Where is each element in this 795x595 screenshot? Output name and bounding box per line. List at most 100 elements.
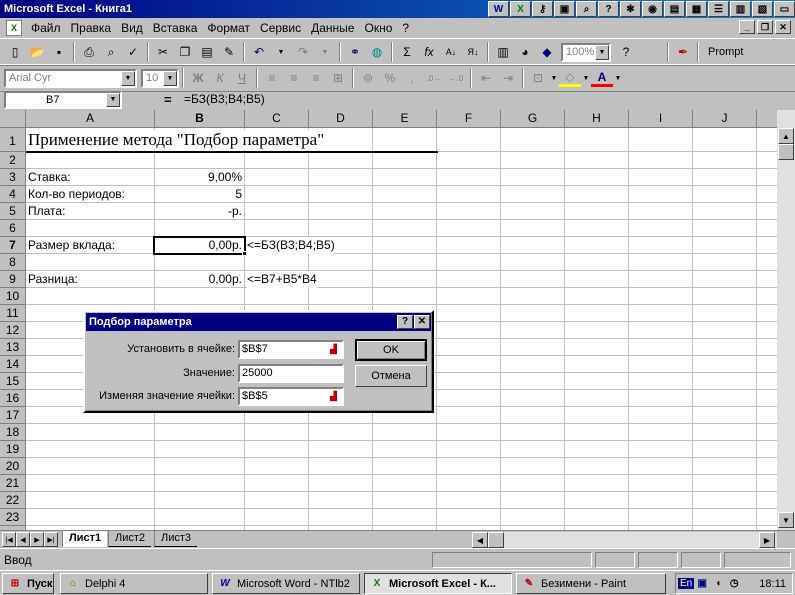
font-color-icon[interactable]: A bbox=[591, 69, 613, 87]
row-header-7[interactable]: 7 bbox=[0, 237, 26, 254]
row-header-13[interactable]: 13 bbox=[0, 339, 26, 356]
cut-icon[interactable]: ✂ bbox=[152, 41, 174, 63]
chevron-down-icon[interactable]: ▼ bbox=[163, 70, 177, 86]
spelling-icon[interactable]: ✓ bbox=[122, 41, 144, 63]
word-icon[interactable]: W bbox=[488, 1, 509, 17]
chart-wizard-icon[interactable]: ▥ bbox=[492, 41, 514, 63]
cell-b3[interactable]: 9,00% bbox=[155, 169, 242, 186]
outlook-icon[interactable]: ◉ bbox=[642, 1, 663, 17]
align-left-icon[interactable]: ≡ bbox=[261, 67, 283, 89]
contacts-icon[interactable]: ☰ bbox=[708, 1, 729, 17]
taskbar-item-excel[interactable]: X Microsoft Excel - К... bbox=[364, 573, 512, 594]
italic-button[interactable]: К bbox=[209, 67, 231, 89]
menu-tools[interactable]: Сервис bbox=[255, 21, 306, 35]
set-cell-input[interactable]: $B$7 ▟ bbox=[238, 340, 344, 359]
changing-cell-input[interactable]: $B$5 ▟ bbox=[238, 387, 344, 406]
col-header-a[interactable]: A bbox=[26, 110, 155, 128]
chevron-down-icon[interactable]: ▼ bbox=[595, 44, 609, 60]
col-header-e[interactable]: E bbox=[373, 110, 437, 128]
scroll-right-icon[interactable]: ▶ bbox=[759, 532, 775, 548]
col-header-f[interactable]: F bbox=[437, 110, 501, 128]
row-header-18[interactable]: 18 bbox=[0, 424, 26, 441]
menu-format[interactable]: Формат bbox=[202, 21, 255, 35]
first-sheet-icon[interactable]: |◀ bbox=[2, 532, 16, 547]
decrease-indent-icon[interactable]: ⇤ bbox=[475, 67, 497, 89]
excel-icon[interactable]: X bbox=[510, 1, 531, 17]
copy-icon[interactable]: ❐ bbox=[174, 41, 196, 63]
scroll-thumb[interactable] bbox=[778, 144, 794, 160]
close-icon[interactable]: ✕ bbox=[775, 20, 791, 34]
autosum-icon[interactable]: Σ bbox=[396, 41, 418, 63]
comma-button[interactable]: , bbox=[401, 67, 423, 89]
cell-b9[interactable]: 0,00р. bbox=[155, 271, 242, 288]
next-sheet-icon[interactable]: ▶ bbox=[30, 532, 44, 547]
paste-icon[interactable]: ▤ bbox=[196, 41, 218, 63]
row-header-1[interactable]: 1 bbox=[0, 128, 26, 152]
row-header-17[interactable]: 17 bbox=[0, 407, 26, 424]
fill-color-icon[interactable]: ◇ bbox=[559, 69, 581, 87]
row-header-6[interactable]: 6 bbox=[0, 220, 26, 237]
name-box[interactable]: B7 ▼ bbox=[4, 91, 122, 109]
undo-dropdown-icon[interactable]: ▼ bbox=[270, 41, 292, 63]
menu-help[interactable]: ? bbox=[397, 21, 414, 35]
fill-handle[interactable] bbox=[242, 251, 247, 256]
taskbar-item-delphi[interactable]: ⌂ Delphi 4 bbox=[60, 573, 208, 594]
sort-descending-icon[interactable]: Я↓ bbox=[462, 41, 484, 63]
row-header-11[interactable]: 11 bbox=[0, 305, 26, 322]
save-icon[interactable]: ▪ bbox=[48, 41, 70, 63]
to-value-input[interactable]: 25000 bbox=[238, 364, 344, 383]
row-header-14[interactable]: 14 bbox=[0, 356, 26, 373]
minimize-icon[interactable]: _ bbox=[739, 20, 755, 34]
tray-app-icon[interactable]: ▣ bbox=[694, 576, 710, 592]
row-header-23[interactable]: 23 bbox=[0, 509, 26, 526]
bold-button[interactable]: Ж bbox=[187, 67, 209, 89]
row-header-10[interactable]: 10 bbox=[0, 288, 26, 305]
language-indicator[interactable]: En bbox=[678, 578, 695, 589]
cell-a9[interactable]: Разница: bbox=[28, 271, 78, 288]
acrobat-icon[interactable]: ✒ bbox=[672, 41, 694, 63]
cell-a1-title[interactable]: Применение метода "Подбор параметра" bbox=[28, 130, 325, 150]
row-header-20[interactable]: 20 bbox=[0, 458, 26, 475]
redo-icon[interactable]: ↷ bbox=[292, 41, 314, 63]
underline-button[interactable]: Ч bbox=[231, 67, 253, 89]
sheet-tab-3[interactable]: Лист3 bbox=[154, 531, 198, 547]
select-all-corner[interactable] bbox=[0, 110, 26, 128]
formula-input[interactable]: =БЗ(B3;B4;B5) bbox=[184, 92, 265, 106]
row-header-21[interactable]: 21 bbox=[0, 475, 26, 492]
font-size-combo[interactable]: 10 ▼ bbox=[141, 68, 179, 88]
row-header-16[interactable]: 16 bbox=[0, 390, 26, 407]
row-header-12[interactable]: 12 bbox=[0, 322, 26, 339]
menu-window[interactable]: Окно bbox=[359, 21, 397, 35]
chevron-down-icon[interactable]: ▼ bbox=[581, 67, 591, 89]
row-header-19[interactable]: 19 bbox=[0, 441, 26, 458]
row-header-5[interactable]: 5 bbox=[0, 203, 26, 220]
chevron-down-icon[interactable]: ▼ bbox=[106, 93, 120, 107]
sort-ascending-icon[interactable]: A↓ bbox=[440, 41, 462, 63]
tools-icon[interactable]: ✱ bbox=[620, 1, 641, 17]
print-icon[interactable]: ⎙ bbox=[78, 41, 100, 63]
hyperlink-icon[interactable]: ⚭ bbox=[344, 41, 366, 63]
function-icon[interactable]: fx bbox=[418, 41, 440, 63]
cell-c7[interactable]: <=БЗ(B3;B4;B5) bbox=[247, 237, 335, 254]
row-header-9[interactable]: 9 bbox=[0, 271, 26, 288]
tray-speaker-icon[interactable]: ◖ bbox=[710, 576, 726, 592]
chevron-down-icon[interactable]: ▼ bbox=[121, 70, 135, 86]
taskbar-item-word[interactable]: W Microsoft Word - NTlb2 bbox=[212, 573, 360, 594]
ok-button[interactable]: OK bbox=[355, 339, 427, 361]
print-preview-icon[interactable]: ⌕ bbox=[100, 41, 122, 63]
cell-a5[interactable]: Плата: bbox=[28, 203, 65, 220]
row-header-8[interactable]: 8 bbox=[0, 254, 26, 271]
new-icon[interactable]: ▯ bbox=[4, 41, 26, 63]
col-header-g[interactable]: G bbox=[501, 110, 565, 128]
scroll-up-icon[interactable]: ▲ bbox=[778, 128, 794, 144]
map-icon[interactable]: ◕ bbox=[514, 41, 536, 63]
zoom-combo[interactable]: 100% ▼ bbox=[561, 42, 611, 62]
borders-icon[interactable]: ⊡ bbox=[527, 67, 549, 89]
vertical-scrollbar[interactable]: ▲ ▼ bbox=[777, 110, 795, 530]
col-header-j[interactable]: J bbox=[693, 110, 757, 128]
cancel-button[interactable]: Отмена bbox=[355, 365, 427, 387]
chevron-down-icon[interactable]: ▼ bbox=[613, 67, 623, 89]
hscroll-thumb[interactable] bbox=[488, 532, 504, 548]
equals-sign[interactable]: = bbox=[164, 92, 172, 107]
sheet-tab-1[interactable]: Лист1 bbox=[62, 531, 108, 547]
